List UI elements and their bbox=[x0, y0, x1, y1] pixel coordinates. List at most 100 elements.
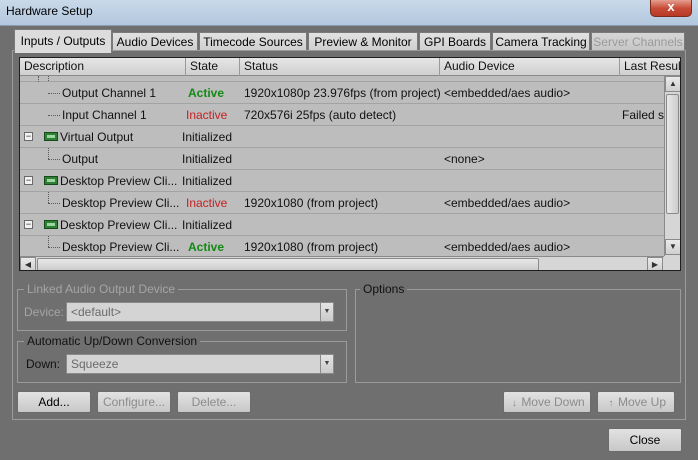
table-row[interactable]: − Desktop Preview Cli... Initialized bbox=[20, 214, 664, 236]
tab-timecode-sources[interactable]: Timecode Sources bbox=[199, 32, 307, 52]
row-audio-device: <none> bbox=[444, 152, 485, 166]
row-last-result: Failed se bbox=[622, 108, 664, 122]
move-down-button: ↓ Move Down bbox=[503, 391, 591, 413]
linked-audio-group: Linked Audio Output Device Device: <defa… bbox=[17, 282, 347, 331]
device-card-icon bbox=[44, 132, 58, 141]
options-group: Options bbox=[355, 282, 681, 383]
row-audio-device bbox=[444, 126, 620, 148]
row-status bbox=[244, 214, 440, 236]
dialog-client: Inputs / Outputs Audio Devices Timecode … bbox=[6, 26, 692, 460]
row-description: Desktop Preview Cli... bbox=[62, 196, 180, 210]
tab-server-channels: Server Channels bbox=[591, 32, 685, 52]
row-state: Inactive bbox=[186, 108, 228, 122]
column-header-status[interactable]: Status bbox=[240, 58, 440, 76]
arrow-up-icon: ↑ bbox=[608, 398, 614, 409]
scroll-up-arrow-icon[interactable]: ▲ bbox=[665, 76, 680, 92]
grid-vertical-scrollbar[interactable]: ▲ ▼ bbox=[664, 76, 680, 256]
inputs-outputs-panel: Description State Status Audio Device La… bbox=[12, 50, 686, 420]
row-description: Virtual Output bbox=[60, 130, 134, 144]
column-header-audio-device[interactable]: Audio Device bbox=[440, 58, 620, 76]
scroll-right-arrow-icon[interactable]: ▶ bbox=[647, 257, 663, 270]
column-header-description[interactable]: Description bbox=[20, 58, 186, 76]
device-combo-value: <default> bbox=[71, 305, 122, 319]
row-audio-device bbox=[444, 170, 620, 192]
row-state: Active bbox=[188, 240, 225, 254]
device-label: Device: bbox=[24, 305, 65, 319]
row-state: Active bbox=[188, 86, 225, 100]
row-description: Output bbox=[62, 152, 99, 166]
grid-rows: Output Channel 1 Active 1920x1080p 23.97… bbox=[20, 76, 664, 256]
delete-button: Delete... bbox=[177, 391, 251, 413]
column-header-state[interactable]: State bbox=[186, 58, 240, 76]
close-button[interactable]: Close bbox=[608, 428, 682, 452]
table-row[interactable]: − Virtual Output Initialized bbox=[20, 126, 664, 148]
chevron-down-icon: ▼ bbox=[320, 303, 333, 321]
row-status: 720x576i 25fps (auto detect) bbox=[244, 108, 397, 122]
row-status: 1920x1080 (from project) bbox=[244, 196, 379, 210]
device-card-icon bbox=[44, 176, 58, 185]
scroll-down-arrow-icon[interactable]: ▼ bbox=[665, 239, 680, 255]
window-title: Hardware Setup bbox=[6, 4, 93, 18]
tab-camera-tracking[interactable]: Camera Tracking bbox=[492, 32, 590, 52]
tab-audio-devices[interactable]: Audio Devices bbox=[112, 32, 198, 52]
grid-horizontal-scrollbar[interactable]: ◀ ▶ bbox=[20, 256, 664, 270]
move-up-label: Move Up bbox=[617, 395, 667, 409]
arrow-down-icon: ↓ bbox=[511, 398, 517, 409]
row-status bbox=[244, 148, 440, 170]
grid-header: Description State Status Audio Device La… bbox=[20, 58, 680, 76]
tab-preview-monitor[interactable]: Preview & Monitor bbox=[308, 32, 418, 52]
row-state: Initialized bbox=[182, 130, 233, 144]
down-combo-value: Squeeze bbox=[71, 357, 119, 371]
move-down-label: Move Down bbox=[521, 395, 585, 409]
row-status bbox=[244, 126, 440, 148]
row-status: 1920x1080p 23.976fps (from project) bbox=[244, 86, 440, 100]
row-audio-device: <embedded/aes audio> bbox=[444, 196, 571, 210]
row-state: Initialized bbox=[182, 218, 233, 232]
table-row[interactable]: Desktop Preview Cli... Inactive 1920x108… bbox=[20, 192, 664, 214]
scroll-left-arrow-icon[interactable]: ◀ bbox=[20, 257, 36, 270]
row-description: Desktop Preview Cli... bbox=[60, 218, 178, 232]
collapse-icon[interactable]: − bbox=[24, 220, 33, 229]
row-state: Inactive bbox=[186, 196, 228, 210]
row-last-result bbox=[622, 82, 664, 104]
window-close-button[interactable]: x bbox=[650, 0, 692, 17]
conversion-title: Automatic Up/Down Conversion bbox=[24, 334, 201, 348]
device-card-icon bbox=[44, 220, 58, 229]
table-row[interactable]: Output Initialized <none> bbox=[20, 148, 664, 170]
row-state: Initialized bbox=[182, 152, 233, 166]
collapse-icon[interactable]: − bbox=[24, 132, 33, 141]
tab-gpi-boards[interactable]: GPI Boards bbox=[419, 32, 491, 52]
vertical-scroll-thumb[interactable] bbox=[666, 94, 679, 214]
row-status: 1920x1080 (from project) bbox=[244, 240, 379, 254]
row-description: Desktop Preview Cli... bbox=[62, 240, 180, 254]
row-audio-device: <embedded/aes audio> bbox=[444, 240, 571, 254]
down-combo[interactable]: Squeeze ▼ bbox=[66, 354, 334, 374]
tab-inputs-outputs[interactable]: Inputs / Outputs bbox=[14, 29, 112, 53]
column-header-last-result[interactable]: Last Result bbox=[620, 58, 680, 76]
collapse-icon[interactable]: − bbox=[24, 176, 33, 185]
linked-audio-title: Linked Audio Output Device bbox=[24, 282, 179, 296]
row-audio-device bbox=[444, 104, 620, 126]
chevron-down-icon[interactable]: ▼ bbox=[320, 355, 333, 373]
scrollbar-corner bbox=[664, 256, 680, 270]
down-label: Down: bbox=[26, 357, 61, 371]
row-description: Input Channel 1 bbox=[62, 108, 147, 122]
row-audio-device: <embedded/aes audio> bbox=[444, 86, 571, 100]
row-state: Initialized bbox=[182, 174, 233, 188]
row-audio-device bbox=[444, 214, 620, 236]
table-row[interactable]: Input Channel 1 Inactive 720x576i 25fps … bbox=[20, 104, 664, 126]
row-status bbox=[244, 170, 440, 192]
add-button[interactable]: Add... bbox=[17, 391, 91, 413]
row-description: Output Channel 1 bbox=[62, 86, 157, 100]
devices-grid: Description State Status Audio Device La… bbox=[19, 57, 681, 271]
table-row[interactable]: − Desktop Preview Cli... Initialized bbox=[20, 170, 664, 192]
conversion-group: Automatic Up/Down Conversion Down: Squee… bbox=[17, 334, 347, 383]
table-row[interactable]: Desktop Preview Cli... Active 1920x1080 … bbox=[20, 236, 664, 256]
row-description: Desktop Preview Cli... bbox=[60, 174, 178, 188]
horizontal-scroll-thumb[interactable] bbox=[37, 258, 539, 270]
configure-button: Configure... bbox=[97, 391, 171, 413]
table-row[interactable]: Output Channel 1 Active 1920x1080p 23.97… bbox=[20, 82, 664, 104]
options-title: Options bbox=[360, 282, 408, 296]
device-combo: <default> ▼ bbox=[66, 302, 334, 322]
move-up-button: ↑ Move Up bbox=[597, 391, 675, 413]
